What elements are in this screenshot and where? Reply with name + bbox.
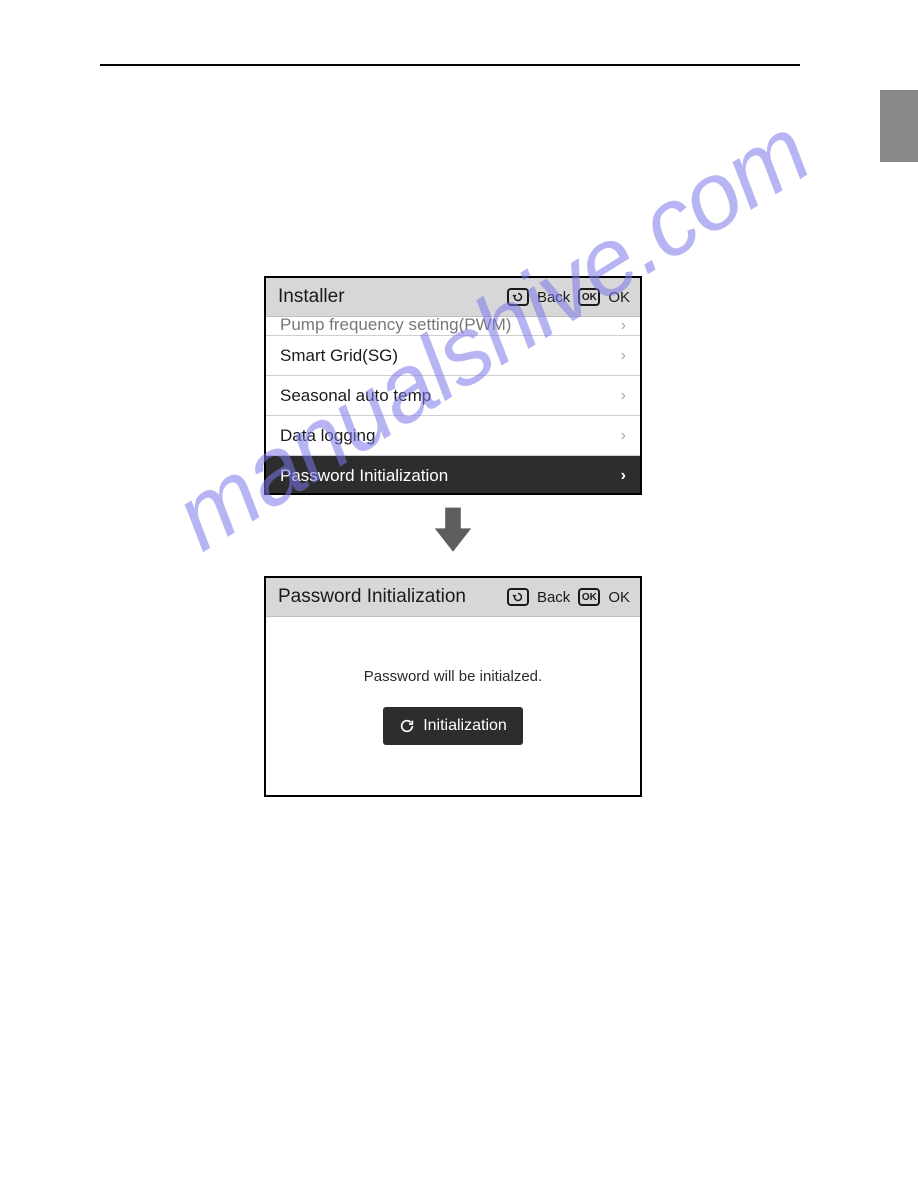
password-init-panel: Password Initialization Back OK OK Passw… xyxy=(264,576,642,797)
header-actions: Back OK OK xyxy=(507,588,630,606)
refresh-icon xyxy=(399,718,415,734)
back-label: Back xyxy=(537,589,570,606)
list-item-selected[interactable]: Password Initialization › xyxy=(266,455,640,493)
chevron-right-icon: › xyxy=(621,427,626,445)
list-item[interactable]: Smart Grid(SG) › xyxy=(266,335,640,375)
panel-title: Installer xyxy=(278,286,345,308)
installer-panel: Installer Back OK OK Pump frequency sett… xyxy=(264,276,642,495)
info-text: Password will be initialzed. xyxy=(364,668,542,685)
list-item[interactable]: Pump frequency setting(PWM) › xyxy=(266,317,640,335)
menu-list: Pump frequency setting(PWM) › Smart Grid… xyxy=(266,317,640,493)
list-item-label: Pump frequency setting(PWM) xyxy=(280,317,511,335)
arrow-down-icon xyxy=(424,505,482,557)
list-item-label: Password Initialization xyxy=(280,466,448,486)
back-icon[interactable] xyxy=(507,288,529,306)
password-init-body: Password will be initialzed. Initializat… xyxy=(266,617,640,795)
chevron-right-icon: › xyxy=(621,387,626,405)
chevron-right-icon: › xyxy=(621,467,626,485)
chevron-right-icon: › xyxy=(621,317,626,335)
back-icon[interactable] xyxy=(507,588,529,606)
list-item[interactable]: Seasonal auto temp › xyxy=(266,375,640,415)
top-rule xyxy=(100,64,800,66)
ok-label: OK xyxy=(608,289,630,306)
initialization-button[interactable]: Initialization xyxy=(383,707,523,745)
password-init-header: Password Initialization Back OK OK xyxy=(266,578,640,617)
ok-label: OK xyxy=(608,589,630,606)
ok-icon[interactable]: OK xyxy=(578,288,600,306)
header-actions: Back OK OK xyxy=(507,288,630,306)
list-item-label: Data logging xyxy=(280,426,375,446)
panel-title: Password Initialization xyxy=(278,586,466,608)
chevron-right-icon: › xyxy=(621,347,626,365)
page-side-tab xyxy=(880,90,918,162)
list-item-label: Smart Grid(SG) xyxy=(280,346,398,366)
ok-icon[interactable]: OK xyxy=(578,588,600,606)
initialization-button-label: Initialization xyxy=(423,717,507,735)
list-item[interactable]: Data logging › xyxy=(266,415,640,455)
list-item-label: Seasonal auto temp xyxy=(280,386,431,406)
back-label: Back xyxy=(537,289,570,306)
installer-panel-header: Installer Back OK OK xyxy=(266,278,640,317)
